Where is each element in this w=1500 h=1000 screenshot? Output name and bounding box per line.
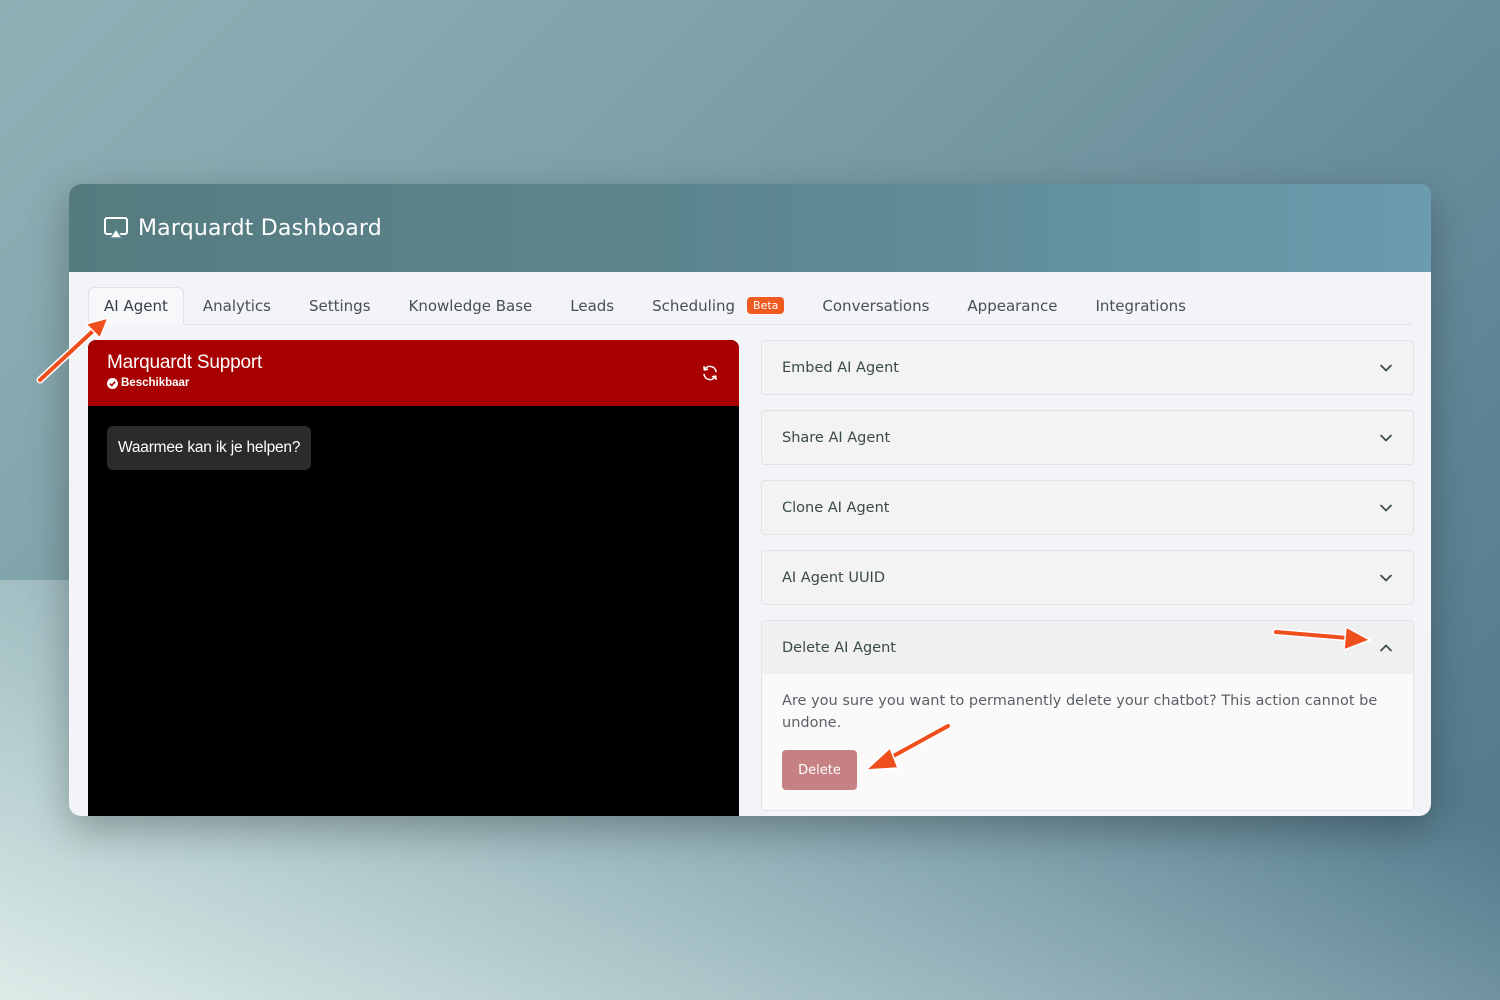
title-bar: Marquardt Dashboard [69,184,1431,272]
agent-actions-panel: Embed AI Agent Share AI Agent Clone AI A… [761,340,1414,816]
accordion-share-header[interactable]: Share AI Agent [762,411,1413,464]
accordion-clone-label: Clone AI Agent [782,499,890,516]
airplay-monitor-icon [103,215,129,241]
chevron-down-icon [1379,571,1393,585]
accordion-delete-label: Delete AI Agent [782,639,896,656]
dashboard-window: Marquardt Dashboard AI Agent Analytics S… [69,184,1431,816]
accordion-clone-header[interactable]: Clone AI Agent [762,481,1413,534]
check-circle-icon [107,377,118,389]
accordion-uuid: AI Agent UUID [761,550,1414,605]
accordion-uuid-label: AI Agent UUID [782,569,886,586]
tab-bar: AI Agent Analytics Settings Knowledge Ba… [88,287,1412,325]
chat-greeting-bubble: Waarmee kan ik je helpen? [107,426,312,470]
accordion-clone: Clone AI Agent [761,480,1414,535]
tab-integrations[interactable]: Integrations [1076,287,1204,324]
tab-scheduling-label: Scheduling [652,296,736,315]
beta-badge: Beta [747,297,785,314]
tab-appearance[interactable]: Appearance [948,287,1076,324]
tab-settings[interactable]: Settings [290,287,390,324]
tab-conversations[interactable]: Conversations [803,287,948,324]
tab-scheduling[interactable]: Scheduling Beta [633,287,803,324]
accordion-embed: Embed AI Agent [761,340,1414,395]
accordion-delete-header[interactable]: Delete AI Agent [762,621,1413,674]
tab-ai-agent[interactable]: AI Agent [88,287,184,325]
chevron-up-icon [1379,641,1393,655]
chat-header: Marquardt Support Beschikbaar [88,340,739,406]
chevron-down-icon [1379,361,1393,375]
chevron-down-icon [1379,431,1393,445]
chat-status-label: Beschikbaar [121,377,190,389]
tab-analytics[interactable]: Analytics [184,287,290,324]
accordion-delete: Delete AI Agent Are you sure you want to… [761,620,1414,811]
accordion-uuid-header[interactable]: AI Agent UUID [762,551,1413,604]
chevron-down-icon [1379,501,1393,515]
tab-knowledge-base[interactable]: Knowledge Base [390,287,552,324]
accordion-embed-header[interactable]: Embed AI Agent [762,341,1413,394]
refresh-icon[interactable] [701,364,719,382]
chat-status: Beschikbaar [107,377,720,389]
chat-title: Marquardt Support [107,352,263,373]
accordion-share-label: Share AI Agent [782,429,891,446]
delete-warning-text: Are you sure you want to permanently del… [782,693,1378,731]
delete-button[interactable]: Delete [782,750,857,790]
accordion-delete-body: Are you sure you want to permanently del… [762,674,1413,810]
accordion-share: Share AI Agent [761,410,1414,465]
accordion-embed-label: Embed AI Agent [782,359,899,376]
chat-preview: Marquardt Support Beschikbaar Waarmee ka… [88,340,739,816]
tab-leads[interactable]: Leads [551,287,633,324]
app-title: Marquardt Dashboard [138,215,382,241]
